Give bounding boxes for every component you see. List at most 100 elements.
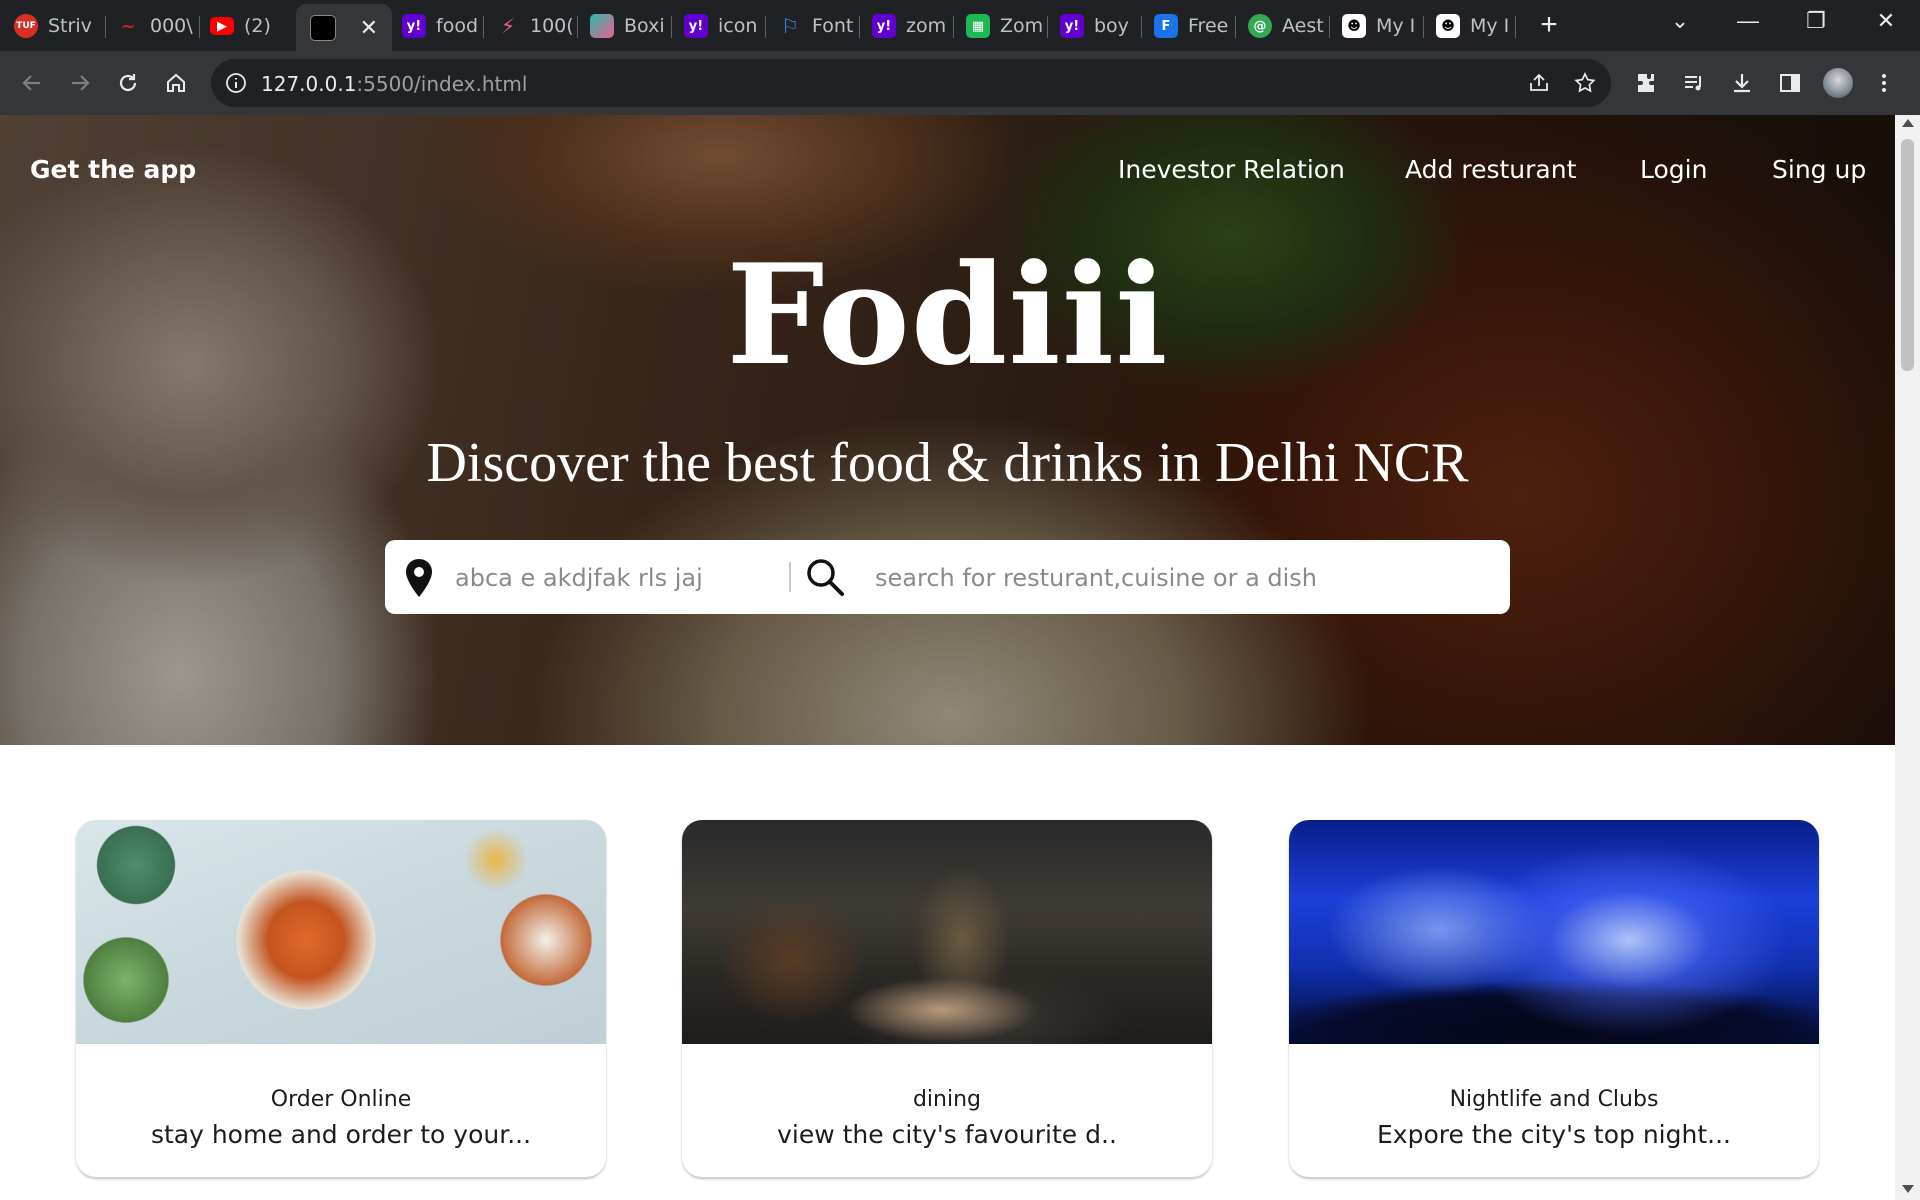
tab-title: My I bbox=[1376, 15, 1416, 37]
browser-tab[interactable]: y! boy bbox=[1060, 6, 1142, 46]
card-subtitle: stay home and order to your... bbox=[150, 1120, 532, 1149]
hero-banner: Get the app Inevestor Relation Add restu… bbox=[0, 115, 1895, 745]
url-host: 127.0.0.1 bbox=[261, 72, 357, 96]
tuf-icon: TUF bbox=[14, 14, 38, 38]
dining-image bbox=[682, 820, 1212, 1044]
scroll-down-arrow-icon[interactable] bbox=[1902, 1185, 1914, 1193]
browser-tab[interactable]: Boxi bbox=[590, 6, 672, 46]
card-title: Nightlife and Clubs bbox=[1449, 1087, 1659, 1112]
zigzag-icon: ⚡ bbox=[500, 14, 516, 38]
brand-logo-text: Fodiii bbox=[726, 233, 1169, 396]
card-nightlife[interactable]: Nightlife and Clubs Expore the city's to… bbox=[1289, 820, 1819, 1178]
search-bar bbox=[385, 540, 1510, 614]
add-restaurant-link[interactable]: Add resturant bbox=[1405, 155, 1576, 184]
browser-tab-strip: TUF Striv ~ 000\ ▶ (2) ✕ y! food ⚡ 100( … bbox=[0, 0, 1920, 51]
box-icon bbox=[590, 14, 614, 38]
card-dining[interactable]: dining view the city's favourite d.. bbox=[682, 820, 1212, 1178]
search-icon bbox=[807, 559, 844, 596]
menu-icon[interactable] bbox=[1868, 67, 1900, 99]
nightlife-image bbox=[1289, 820, 1819, 1044]
browser-tab[interactable]: @ Aest bbox=[1248, 6, 1330, 46]
squiggle-icon: ~ bbox=[120, 15, 136, 37]
info-icon[interactable] bbox=[225, 72, 247, 94]
avatar-icon: ☻ bbox=[1342, 14, 1366, 38]
card-subtitle: view the city's favourite d.. bbox=[777, 1120, 1117, 1149]
green-grid-icon: ▦ bbox=[966, 14, 990, 38]
page-viewport: Get the app Inevestor Relation Add restu… bbox=[0, 115, 1895, 1200]
reload-icon[interactable] bbox=[112, 67, 144, 99]
tab-title: Striv bbox=[48, 15, 92, 37]
yahoo-icon: y! bbox=[684, 14, 708, 38]
location-pin-icon bbox=[406, 559, 432, 597]
scroll-up-arrow-icon[interactable] bbox=[1902, 119, 1914, 127]
tab-title: 000\ bbox=[150, 15, 193, 37]
minimize-icon[interactable]: — bbox=[1728, 8, 1768, 34]
tab-title: Aest bbox=[1282, 15, 1324, 37]
browser-tab[interactable]: y! zom bbox=[872, 6, 954, 46]
location-input[interactable] bbox=[453, 557, 777, 599]
browser-tab[interactable]: y! icon bbox=[684, 6, 766, 46]
browser-tab-active[interactable]: ✕ bbox=[296, 4, 392, 51]
tab-title: zom bbox=[906, 15, 947, 37]
browser-tab[interactable]: ▶ (2) bbox=[210, 6, 294, 46]
browser-tab[interactable]: ▦ Zom bbox=[966, 6, 1048, 46]
browser-tab[interactable]: ⚐ Font bbox=[778, 6, 860, 46]
back-icon[interactable] bbox=[16, 67, 48, 99]
card-title: dining bbox=[912, 1087, 982, 1112]
swirl-icon: @ bbox=[1248, 14, 1272, 38]
profile-avatar[interactable] bbox=[1822, 67, 1854, 99]
signup-link[interactable]: Sing up bbox=[1772, 155, 1866, 184]
search-divider bbox=[789, 562, 791, 592]
card-subtitle: Expore the city's top night... bbox=[1377, 1120, 1731, 1149]
close-tab-icon[interactable]: ✕ bbox=[360, 16, 378, 41]
media-controls-icon[interactable] bbox=[1678, 67, 1710, 99]
tab-title: Font bbox=[812, 15, 854, 37]
home-icon[interactable] bbox=[160, 67, 192, 99]
order-online-image bbox=[76, 820, 606, 1044]
browser-tab[interactable]: ☻ My I bbox=[1342, 6, 1424, 46]
side-panel-icon[interactable] bbox=[1774, 67, 1806, 99]
get-app-link[interactable]: Get the app bbox=[30, 155, 196, 184]
bookmark-star-icon[interactable] bbox=[1573, 71, 1597, 95]
download-icon[interactable] bbox=[1726, 67, 1758, 99]
yahoo-icon: y! bbox=[872, 14, 896, 38]
new-tab-button[interactable]: + bbox=[1534, 10, 1564, 40]
flag-icon: ⚐ bbox=[781, 14, 799, 38]
tab-title: icon bbox=[718, 15, 758, 37]
share-icon[interactable] bbox=[1527, 71, 1551, 95]
tab-title: Zom bbox=[1000, 15, 1044, 37]
avatar-icon: ☻ bbox=[1436, 14, 1460, 38]
tab-title: Free bbox=[1188, 15, 1229, 37]
address-bar[interactable]: 127.0.0.1:5500/index.html bbox=[211, 59, 1611, 107]
page-scrollbar[interactable] bbox=[1895, 115, 1920, 1200]
youtube-icon: ▶ bbox=[210, 17, 234, 35]
restore-icon[interactable]: ❐ bbox=[1796, 8, 1836, 34]
browser-tab[interactable]: ☻ My I bbox=[1436, 6, 1516, 46]
tab-title: 100( bbox=[530, 15, 574, 37]
scrollbar-thumb[interactable] bbox=[1901, 139, 1914, 371]
browser-tab[interactable]: TUF Striv bbox=[14, 6, 106, 46]
card-title: Order Online bbox=[270, 1087, 412, 1112]
yahoo-icon: y! bbox=[1060, 14, 1084, 38]
f-icon: F bbox=[1154, 14, 1178, 38]
tab-title: food bbox=[436, 15, 478, 37]
browser-tab[interactable]: F Free bbox=[1154, 6, 1236, 46]
browser-tab[interactable]: ~ 000\ bbox=[116, 6, 200, 46]
investor-relation-link[interactable]: Inevestor Relation bbox=[1118, 155, 1345, 184]
tab-title: My I bbox=[1470, 15, 1510, 37]
tab-title: (2) bbox=[244, 15, 271, 37]
tab-title: boy bbox=[1094, 15, 1129, 37]
url-path: :5500/index.html bbox=[356, 72, 528, 96]
extensions-icon[interactable] bbox=[1630, 67, 1662, 99]
login-link[interactable]: Login bbox=[1640, 155, 1707, 184]
tab-search-icon[interactable]: ⌄ bbox=[1660, 8, 1700, 34]
url-text: 127.0.0.1:5500/index.html bbox=[261, 72, 527, 96]
close-window-icon[interactable]: ✕ bbox=[1866, 8, 1906, 34]
hero-tagline: Discover the best food & drinks in Delhi… bbox=[426, 432, 1469, 494]
card-order-online[interactable]: Order Online stay home and order to your… bbox=[76, 820, 606, 1178]
forward-icon[interactable] bbox=[64, 67, 96, 99]
hero-content: Get the app Inevestor Relation Add restu… bbox=[0, 115, 1895, 745]
dish-search-input[interactable] bbox=[873, 557, 1477, 599]
browser-tab[interactable]: y! food bbox=[402, 6, 484, 46]
browser-tab[interactable]: ⚡ 100( bbox=[496, 6, 578, 46]
